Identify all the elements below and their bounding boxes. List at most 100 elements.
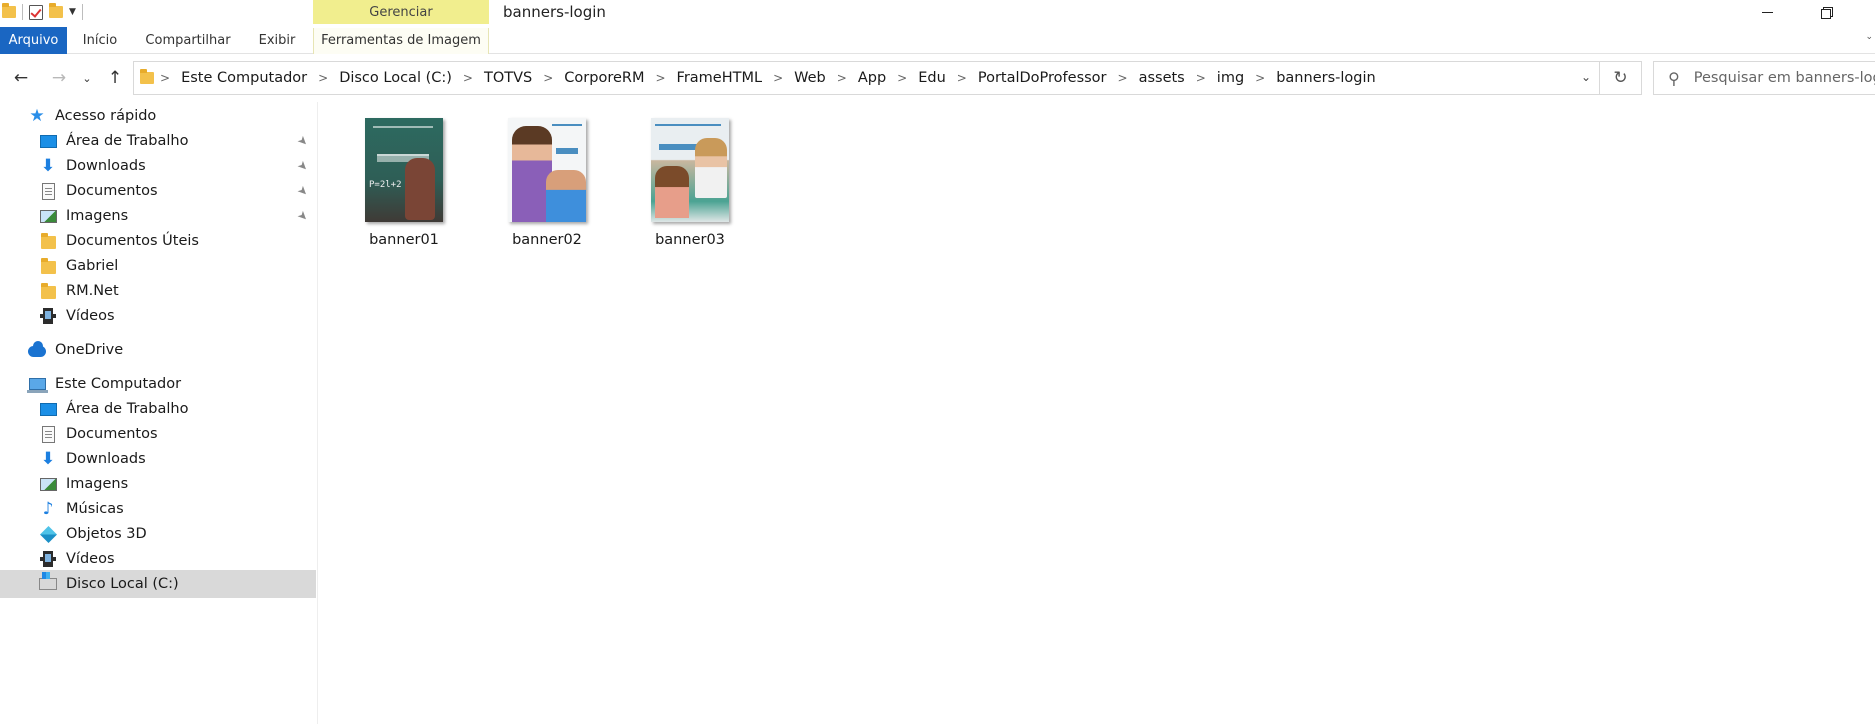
- refresh-button[interactable]: ↻: [1600, 61, 1642, 95]
- search-input[interactable]: ⚲ Pesquisar em banners-login: [1653, 61, 1875, 95]
- file-name: banner01: [369, 232, 439, 248]
- document-icon: [41, 182, 55, 200]
- download-icon: ⬇: [40, 449, 56, 469]
- navigation-bar: ← → ⌄ ↑ > Este Computador > Disco Local …: [0, 56, 1875, 100]
- thumbnail-person: [405, 158, 435, 220]
- breadcrumb-assets[interactable]: assets: [1139, 70, 1185, 86]
- pin-icon[interactable]: ➤: [295, 182, 312, 199]
- breadcrumb-separator[interactable]: >: [1118, 71, 1128, 85]
- quick-access-toolbar: ▼: [0, 0, 83, 24]
- sidebar-item-label: Vídeos: [66, 308, 115, 324]
- breadcrumb-separator[interactable]: >: [463, 71, 473, 85]
- breadcrumb-separator[interactable]: >: [1196, 71, 1206, 85]
- sidebar-item-onedrive[interactable]: OneDrive: [0, 336, 316, 364]
- breadcrumb-disco-local[interactable]: Disco Local (C:): [339, 70, 452, 86]
- expand-ribbon-icon[interactable]: ⌄: [1865, 32, 1873, 42]
- breadcrumb-separator[interactable]: >: [837, 71, 847, 85]
- restore-icon: [1820, 6, 1833, 19]
- tab-arquivo[interactable]: Arquivo: [0, 27, 67, 54]
- minimize-icon: [1761, 11, 1773, 13]
- address-dropdown-icon[interactable]: ⌄: [1581, 70, 1591, 84]
- folder-icon: [2, 3, 16, 18]
- sidebar-item-pc-musicas[interactable]: ♪ Músicas: [0, 495, 316, 523]
- sidebar-item-acesso-rapido[interactable]: ★ Acesso rápido: [0, 102, 316, 130]
- pin-icon[interactable]: ➤: [295, 157, 312, 174]
- breadcrumb-este-computador[interactable]: Este Computador: [181, 70, 307, 86]
- navigation-pane: ★ Acesso rápido Área de Trabalho ➤ ⬇ Dow…: [0, 102, 318, 724]
- manage-context-tab[interactable]: Gerenciar: [313, 0, 489, 24]
- breadcrumb-separator[interactable]: >: [897, 71, 907, 85]
- breadcrumb-separator[interactable]: >: [957, 71, 967, 85]
- title-bar: ▼ Gerenciar banners-login: [0, 0, 1875, 24]
- breadcrumb-separator[interactable]: >: [543, 71, 553, 85]
- sidebar-item-disco-local[interactable]: Disco Local (C:): [0, 570, 316, 598]
- recent-locations-button[interactable]: ⌄: [80, 66, 94, 90]
- tab-ferramentas-de-imagem[interactable]: Ferramentas de Imagem: [313, 28, 489, 54]
- sidebar-item-pc-documentos[interactable]: Documentos: [0, 420, 316, 448]
- customize-toolbar-icon[interactable]: ▼: [69, 7, 76, 17]
- breadcrumb-separator[interactable]: >: [160, 71, 170, 85]
- pin-icon[interactable]: ➤: [295, 207, 312, 224]
- tab-exibir[interactable]: Exibir: [254, 28, 300, 54]
- sidebar-item-videos[interactable]: Vídeos: [0, 302, 316, 330]
- breadcrumb-edu[interactable]: Edu: [918, 70, 946, 86]
- file-name: banner02: [512, 232, 582, 248]
- sidebar-item-label: Imagens: [66, 208, 129, 224]
- breadcrumb-portaldoprofessor[interactable]: PortalDoProfessor: [978, 70, 1107, 86]
- sidebar-item-label: OneDrive: [55, 342, 124, 358]
- window-title: banners-login: [503, 3, 606, 21]
- file-list[interactable]: P=2l+2 banner01 banner02 banner03: [319, 102, 1875, 724]
- breadcrumb-img[interactable]: img: [1217, 70, 1244, 86]
- sidebar-item-documentos-uteis[interactable]: Documentos Úteis: [0, 227, 316, 255]
- file-item-banner02[interactable]: banner02: [487, 118, 607, 248]
- sidebar-item-label: Vídeos: [66, 551, 115, 567]
- image-icon: [39, 477, 57, 491]
- breadcrumb-framehtml[interactable]: FrameHTML: [677, 70, 763, 86]
- breadcrumb-corporerm[interactable]: CorporeRM: [564, 70, 644, 86]
- sidebar-item-label: Documentos: [66, 426, 158, 442]
- folder-icon: [40, 233, 56, 249]
- breadcrumb-separator[interactable]: >: [1255, 71, 1265, 85]
- sidebar-item-documentos[interactable]: Documentos ➤: [0, 177, 316, 205]
- breadcrumb-separator[interactable]: >: [318, 71, 328, 85]
- forward-button[interactable]: →: [48, 66, 70, 90]
- breadcrumb-web[interactable]: Web: [794, 70, 826, 86]
- back-button[interactable]: ←: [10, 66, 32, 90]
- sidebar-item-pc-videos[interactable]: Vídeos: [0, 545, 316, 573]
- music-icon: ♪: [42, 499, 54, 519]
- breadcrumb-separator[interactable]: >: [773, 71, 783, 85]
- sidebar-item-label: Downloads: [66, 158, 146, 174]
- minimize-button[interactable]: [1744, 0, 1790, 24]
- sidebar-item-pc-objetos-3d[interactable]: Objetos 3D: [0, 520, 316, 548]
- file-name: banner03: [655, 232, 725, 248]
- sidebar-item-imagens[interactable]: Imagens ➤: [0, 202, 316, 230]
- address-bar[interactable]: > Este Computador > Disco Local (C:) > T…: [133, 61, 1600, 95]
- sidebar-item-label: Documentos: [66, 183, 158, 199]
- restore-button[interactable]: [1803, 0, 1849, 24]
- thumbnail-text-lines: [373, 126, 433, 154]
- breadcrumb-totvs[interactable]: TOTVS: [484, 70, 532, 86]
- file-item-banner03[interactable]: banner03: [630, 118, 750, 248]
- sidebar-item-pc-imagens[interactable]: Imagens: [0, 470, 316, 498]
- pin-icon[interactable]: ➤: [295, 132, 312, 149]
- up-button[interactable]: ↑: [104, 66, 126, 90]
- file-item-banner01[interactable]: P=2l+2 banner01: [344, 118, 464, 248]
- breadcrumb-banners-login[interactable]: banners-login: [1276, 70, 1375, 86]
- sidebar-item-rmnet[interactable]: RM.Net: [0, 277, 316, 305]
- sidebar-item-label: Músicas: [66, 501, 124, 517]
- sidebar-item-downloads[interactable]: ⬇ Downloads ➤: [0, 152, 316, 180]
- tab-inicio[interactable]: Início: [78, 28, 122, 54]
- sidebar-item-label: Área de Trabalho: [66, 401, 189, 417]
- sidebar-item-gabriel[interactable]: Gabriel: [0, 252, 316, 280]
- sidebar-item-area-de-trabalho[interactable]: Área de Trabalho ➤: [0, 127, 316, 155]
- folder-icon: [40, 258, 56, 274]
- sidebar-item-este-computador[interactable]: Este Computador: [0, 370, 316, 398]
- sidebar-item-pc-downloads[interactable]: ⬇ Downloads: [0, 445, 316, 473]
- tab-compartilhar[interactable]: Compartilhar: [142, 28, 234, 54]
- properties-check-icon[interactable]: [29, 4, 43, 20]
- new-folder-icon[interactable]: [49, 3, 63, 18]
- sidebar-item-label: Área de Trabalho: [66, 133, 189, 149]
- breadcrumb-separator[interactable]: >: [655, 71, 665, 85]
- breadcrumb-app[interactable]: App: [858, 70, 886, 86]
- sidebar-item-pc-area-de-trabalho[interactable]: Área de Trabalho: [0, 395, 316, 423]
